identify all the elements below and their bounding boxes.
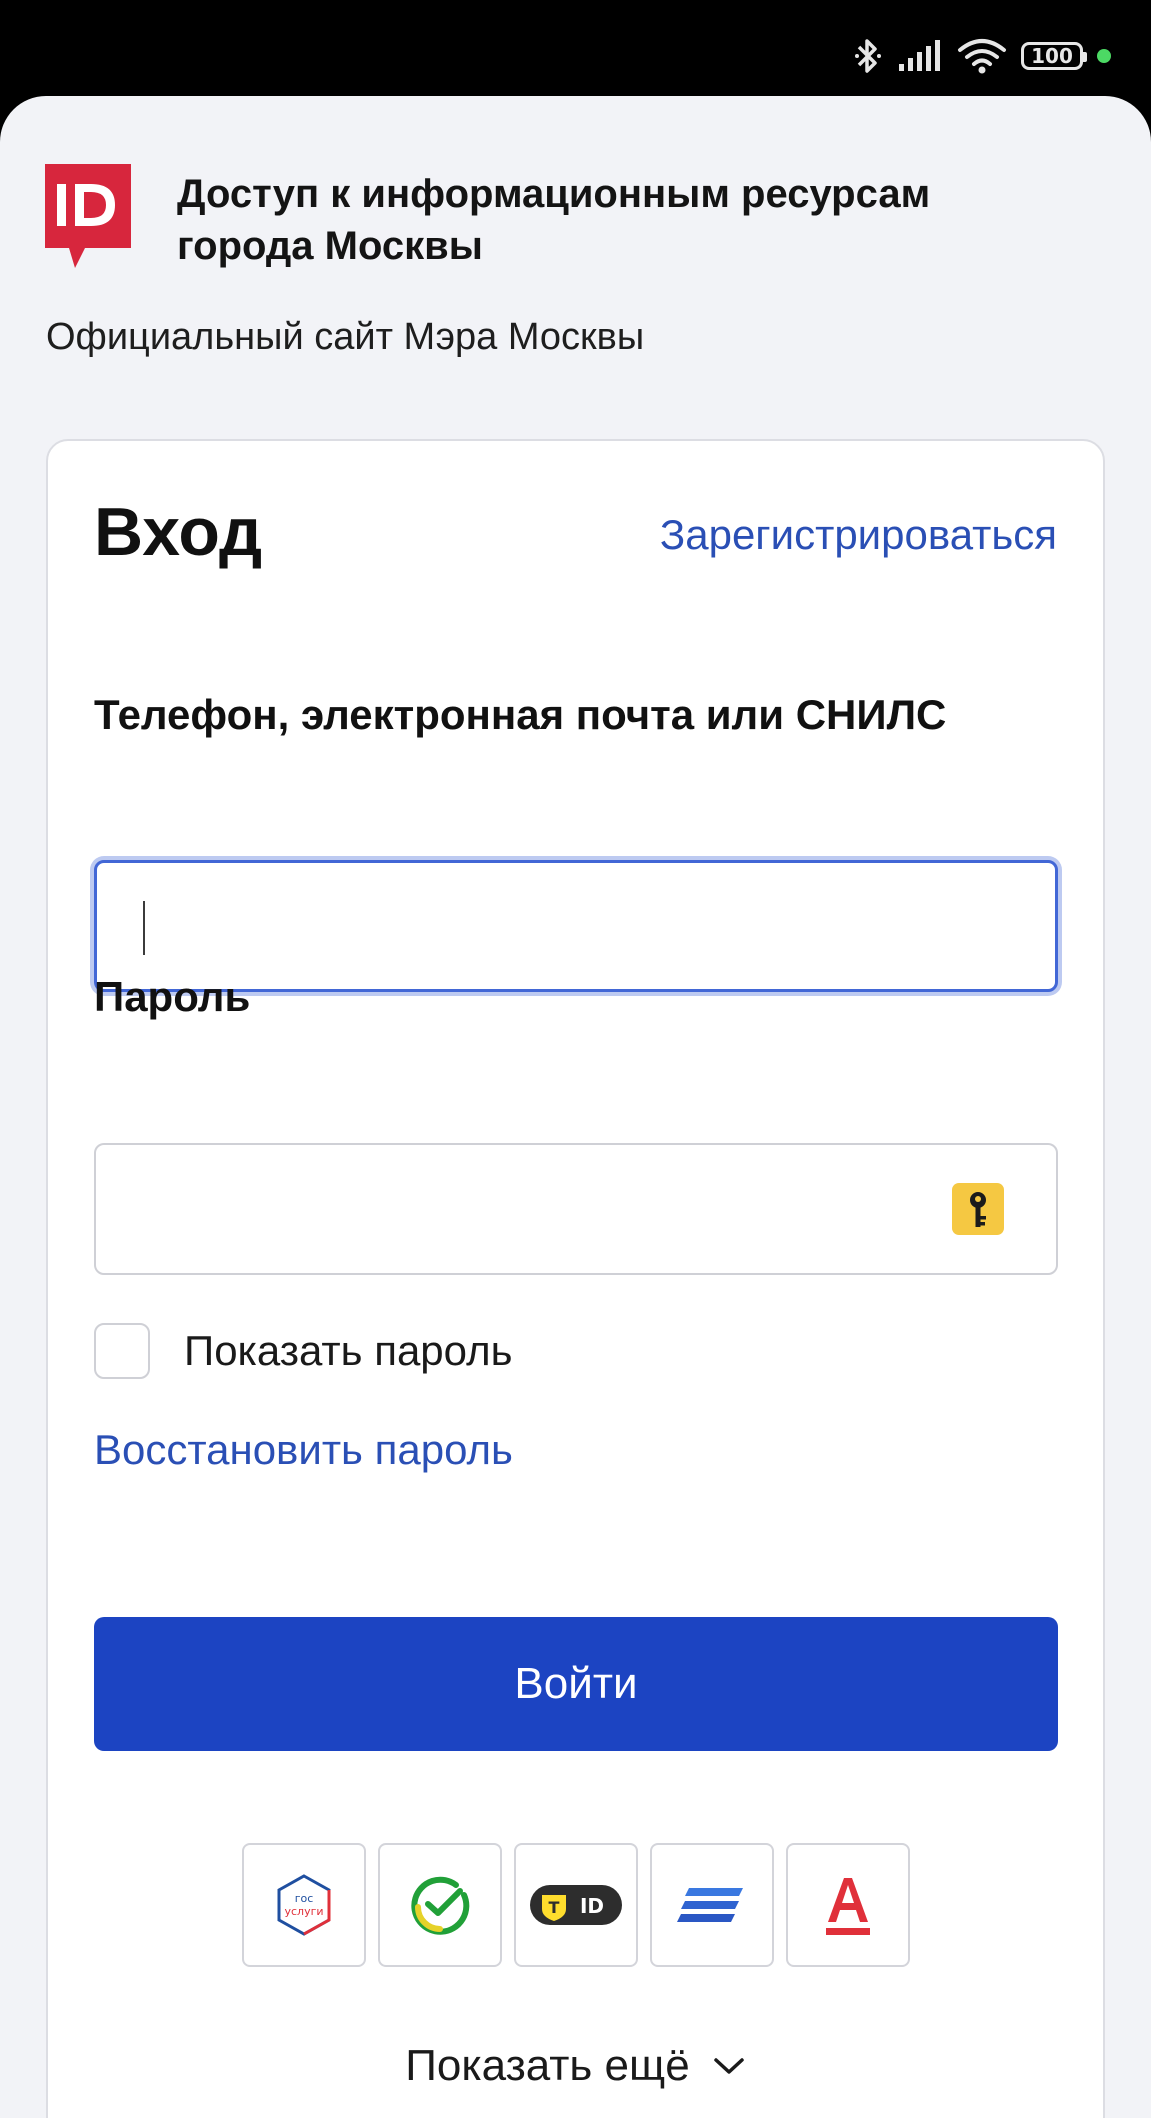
status-icons: 100 <box>853 36 1111 76</box>
alfa-id-button[interactable] <box>786 1843 910 1967</box>
battery-level: 100 <box>1031 44 1073 68</box>
tinkoff-id-button[interactable]: T ID <box>514 1843 638 1967</box>
battery-icon: 100 <box>1021 42 1087 70</box>
site-subtitle: Официальный сайт Мэра Москвы <box>46 316 645 358</box>
wifi-icon <box>958 39 1006 74</box>
show-more-button[interactable]: Показать ещё <box>48 2041 1103 2091</box>
show-password-label[interactable]: Показать пароль <box>184 1327 513 1375</box>
restore-password-link[interactable]: Восстановить пароль <box>94 1426 513 1474</box>
chevron-down-icon <box>713 2058 744 2074</box>
svg-text:гос: гос <box>295 1892 314 1905</box>
alfa-bank-icon <box>826 1878 870 1935</box>
sber-icon <box>411 1876 470 1935</box>
auth-providers: гос услуги T ID <box>242 1843 910 1967</box>
tinkoff-id-icon: T ID <box>530 1885 622 1925</box>
indicator-dot <box>1097 49 1111 63</box>
text-caret <box>143 901 145 955</box>
gosuslugi-icon: гос услуги <box>277 1874 331 1936</box>
key-icon <box>970 1192 986 1227</box>
login-sheet: Доступ к информационным ресурсам города … <box>0 96 1151 2118</box>
bluetooth-icon <box>855 39 881 73</box>
status-bar: 100 <box>0 0 1151 96</box>
sber-id-button[interactable] <box>378 1843 502 1967</box>
login-button[interactable]: Войти <box>94 1617 1058 1751</box>
header-title: Доступ к информационным ресурсам города … <box>177 172 931 268</box>
vtb-id-button[interactable] <box>650 1843 774 1967</box>
show-password-row[interactable]: Показать пароль <box>94 1323 513 1379</box>
register-link[interactable]: Зарегистрироваться <box>660 511 1057 559</box>
vtb-icon <box>677 1888 743 1922</box>
login-title: Вход <box>94 494 263 570</box>
svg-text:услуги: услуги <box>284 1905 323 1918</box>
password-input[interactable] <box>94 1143 1058 1275</box>
signal-icon <box>899 40 940 71</box>
password-field-label: Пароль <box>94 973 251 1020</box>
gosuslugi-button[interactable]: гос услуги <box>242 1843 366 1967</box>
show-more-label[interactable]: Показать ещё <box>405 2041 689 2091</box>
login-card: Вход Зарегистрироваться Телефон, электро… <box>46 439 1105 2118</box>
login-field-label: Телефон, электронная почта или СНИЛС <box>94 691 947 738</box>
password-manager-key-icon[interactable] <box>952 1183 1004 1235</box>
show-password-checkbox[interactable] <box>94 1323 150 1379</box>
svg-text:T: T <box>549 1898 560 1917</box>
mos-id-logo <box>45 164 131 268</box>
svg-text:ID: ID <box>580 1894 604 1918</box>
